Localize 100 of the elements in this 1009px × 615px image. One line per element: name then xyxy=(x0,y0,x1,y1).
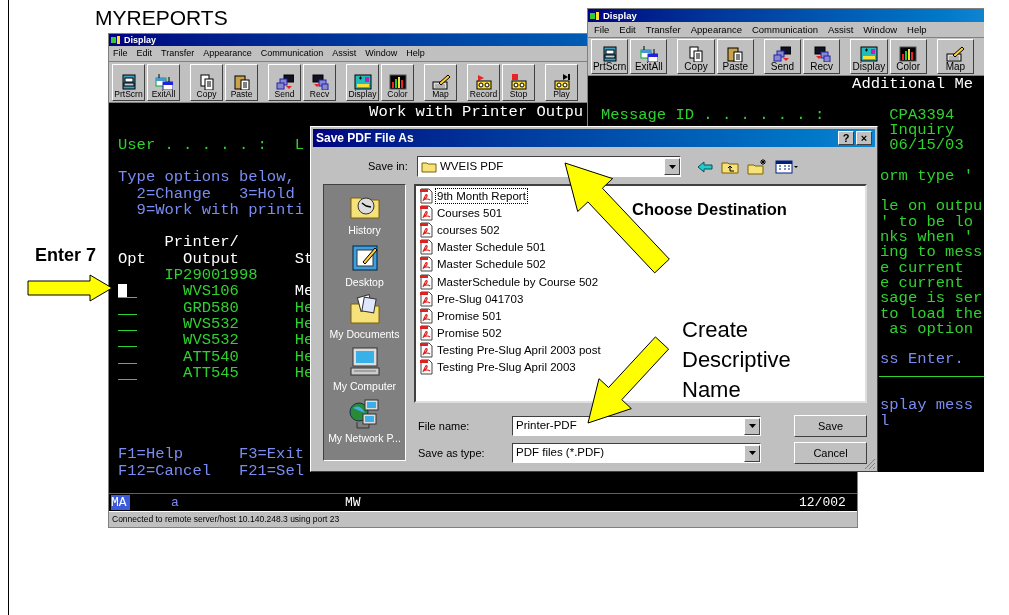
status-indicator: 12/002 xyxy=(799,495,846,510)
callout-text: Create Descriptive Name xyxy=(682,316,792,404)
pdf-document-entry[interactable]: Pre-Slug 041703 xyxy=(436,291,525,306)
pdf-file-icon xyxy=(419,342,434,359)
dialog-title: Save PDF File As xyxy=(316,132,415,144)
menu-item[interactable]: Window xyxy=(365,49,398,58)
menu-item[interactable]: Edit xyxy=(619,24,636,35)
pdf-document-entry[interactable]: Master Schedule 501 xyxy=(436,240,547,255)
pdf-document-entry[interactable]: Promise 502 xyxy=(436,326,503,341)
toolbar-button[interactable]: ExitAll xyxy=(147,63,180,101)
toolbar-button[interactable]: Copy xyxy=(190,63,223,101)
terminal-text: ATT545 xyxy=(183,364,239,381)
terminal-text: Printer/ xyxy=(164,234,239,251)
bar-chart-icon xyxy=(899,46,918,62)
places-item[interactable]: My Network P... xyxy=(324,398,405,450)
toolbar-button[interactable]: Recv xyxy=(303,63,336,101)
toolbar-button[interactable]: Display xyxy=(850,39,888,74)
pdf-file-icon xyxy=(419,187,434,204)
toolbar-button[interactable]: Display xyxy=(346,63,379,101)
terminal-text: Work with Printer Outpu xyxy=(369,104,584,120)
terminal-text: User . . . . . : xyxy=(118,136,267,153)
cancel-button[interactable]: Cancel xyxy=(794,442,867,464)
terminal-text: Type options below, xyxy=(118,169,295,186)
terminal-text: WVS532 xyxy=(183,315,239,332)
toolbar-button[interactable]: Play xyxy=(545,63,578,101)
app-icon xyxy=(590,11,600,20)
toolbar-button[interactable]: Record xyxy=(467,63,500,101)
printer-icon xyxy=(600,46,619,62)
terminal-text: WVS106 xyxy=(183,283,239,300)
pdf-file-icon xyxy=(419,239,434,256)
menu-item[interactable]: Appearance xyxy=(203,49,252,58)
menu-item[interactable]: Communication xyxy=(751,24,818,35)
pages-icon xyxy=(687,46,706,62)
tape-icon xyxy=(552,74,571,90)
save-button[interactable]: Save xyxy=(794,415,867,437)
pdf-document-entry[interactable]: Master Schedule 502 xyxy=(436,257,547,272)
pdf-document-entry[interactable]: Courses 501 xyxy=(436,205,504,220)
monitors-icon xyxy=(773,46,792,62)
terminal-text: F3=Exit xyxy=(238,446,304,463)
terminal-text: GRD580 xyxy=(183,299,239,316)
menu-item[interactable]: Transfer xyxy=(161,49,195,58)
keyboard-pencil-icon xyxy=(946,46,965,62)
toolbar-button[interactable]: Send xyxy=(763,39,802,74)
menu-item[interactable]: Assist xyxy=(827,24,854,35)
menu-item[interactable]: File xyxy=(113,49,128,58)
menu-item[interactable]: Help xyxy=(406,49,425,58)
help-button[interactable]: ? xyxy=(838,131,854,145)
windows-icon xyxy=(154,74,173,90)
toolbar-button[interactable]: PrtScrn xyxy=(112,63,145,101)
toolbar-button[interactable]: Color xyxy=(889,39,927,74)
toolbar-button[interactable]: Stop xyxy=(502,63,535,101)
pdf-document-entry[interactable]: Testing Pre-Slug April 2003 post xyxy=(436,343,602,358)
terminal-text: ing to mess xyxy=(880,244,983,261)
toolbar-button[interactable]: Paste xyxy=(716,39,754,74)
toolbar-button[interactable]: PrtScrn xyxy=(591,39,629,74)
terminal-text: F21=Sel xyxy=(238,462,304,479)
pdf-document-entry[interactable]: MasterSchedule by Course 502 xyxy=(436,274,600,289)
menu-item[interactable]: Assist xyxy=(332,49,357,58)
places-item[interactable]: History xyxy=(324,190,405,242)
places-item[interactable]: My Computer xyxy=(324,346,405,398)
toolbar-button[interactable]: ExitAll xyxy=(630,39,668,74)
pages-icon xyxy=(197,74,216,90)
pdf-document-entry[interactable]: Promise 501 xyxy=(436,308,503,323)
folder-dropdown[interactable]: WVEIS PDF xyxy=(417,156,681,177)
dropdown-value: WVEIS PDF xyxy=(440,158,505,174)
back-arrow-icon xyxy=(697,160,713,173)
menu-item[interactable]: Transfer xyxy=(645,24,681,35)
toolbar-button[interactable]: Copy xyxy=(677,39,715,74)
file-type-dropdown[interactable]: PDF files (*.PDF) xyxy=(512,443,761,463)
places-item[interactable]: My Documents xyxy=(324,294,405,346)
toolbar-button[interactable]: Map xyxy=(424,63,457,101)
terminal-text: Additional Me xyxy=(852,76,973,92)
menu-item[interactable]: Communication xyxy=(260,49,324,58)
toolbar-button[interactable]: Color xyxy=(381,63,414,101)
places-item[interactable]: Desktop xyxy=(324,242,405,294)
menu-item[interactable]: Appearance xyxy=(690,24,742,35)
terminal-text: Inquiry xyxy=(889,121,955,138)
terminal-text: Opt xyxy=(118,250,146,267)
pdf-document-entry[interactable]: courses 502 xyxy=(436,222,501,237)
pdf-document-entry[interactable]: 9th Month Report xyxy=(436,188,527,203)
menu-item[interactable]: Edit xyxy=(136,49,153,58)
file-name-field[interactable]: Printer-PDF xyxy=(512,416,761,436)
toolbar-button[interactable]: Map xyxy=(936,39,974,74)
menu-item[interactable]: Help xyxy=(907,24,927,35)
terminal-text: sage is ser xyxy=(880,290,983,307)
terminal-text: 2=Change xyxy=(136,185,211,202)
menu-item[interactable]: Window xyxy=(863,24,898,35)
pdf-file-icon xyxy=(419,359,434,376)
close-button[interactable]: × xyxy=(856,131,872,145)
terminal-text: le on outpu xyxy=(880,198,983,215)
toolbar-button[interactable]: Paste xyxy=(225,63,258,101)
terminal-text: splay mess xyxy=(880,397,973,414)
tape-icon xyxy=(509,74,528,90)
toolbar-button[interactable]: Recv xyxy=(803,39,841,74)
pdf-document-entry[interactable]: Testing Pre-Slug April 2003 xyxy=(436,360,577,375)
menu-item[interactable]: File xyxy=(594,24,610,35)
tape-icon xyxy=(474,74,493,90)
toolbar-button[interactable]: Send xyxy=(268,63,301,101)
terminal-text: F1=Help xyxy=(118,446,184,463)
callout-text: Choose Destination xyxy=(632,199,787,219)
